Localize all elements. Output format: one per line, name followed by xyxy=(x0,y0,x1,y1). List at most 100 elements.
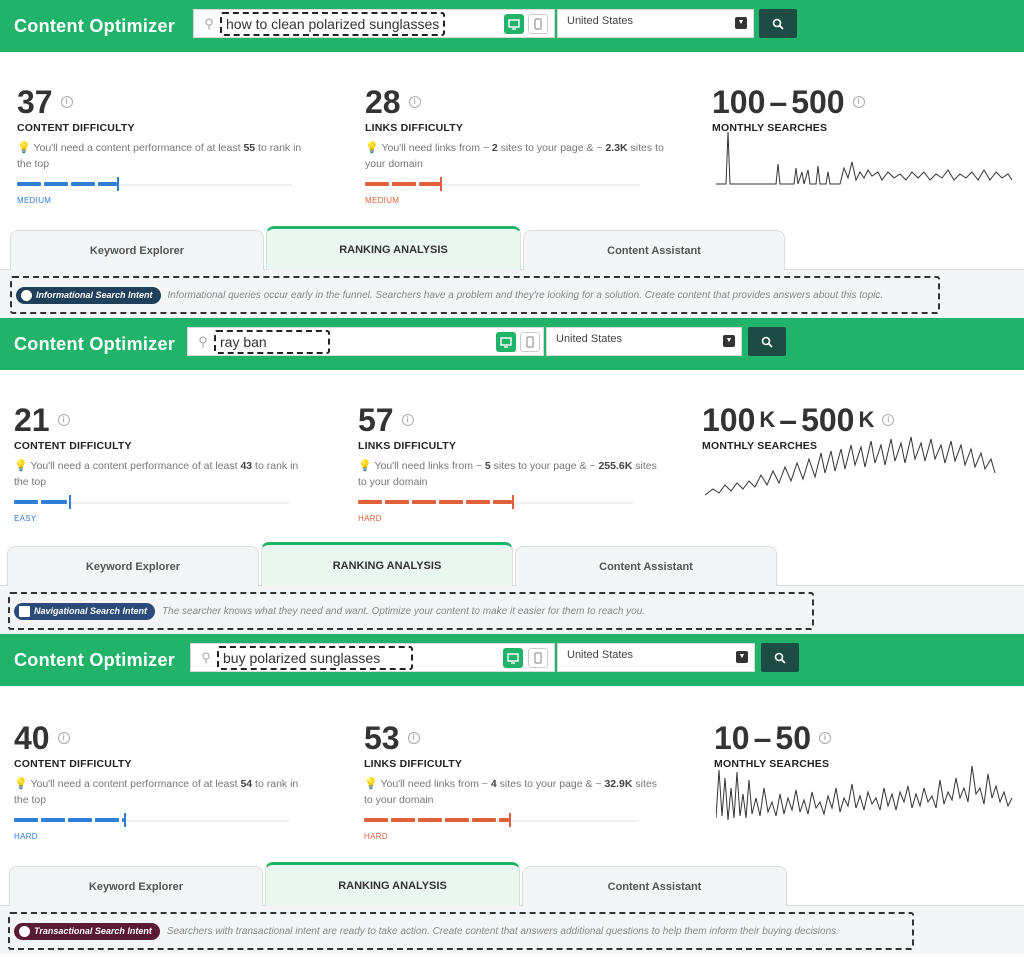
content-difficulty-level: EASY xyxy=(14,514,37,523)
search-intent-description: Informational queries occur early in the… xyxy=(167,289,884,301)
links-difficulty-card: 57 i LINKS DIFFICULTY 💡 You'll need links… xyxy=(358,402,658,523)
content-difficulty-level: MEDIUM xyxy=(17,196,52,205)
document-icon xyxy=(19,605,30,617)
country-select[interactable]: United States ▼ xyxy=(546,327,742,356)
searches-dash: – xyxy=(753,720,772,756)
mobile-device-icon[interactable] xyxy=(520,332,540,352)
links-difficulty-card: 28 i LINKS DIFFICULTY 💡 You'll need links… xyxy=(365,84,665,205)
keyword-value[interactable]: how to clean polarized sunglasses xyxy=(220,11,446,36)
content-hint: 💡 You'll need a content performance of a… xyxy=(14,778,299,806)
search-button[interactable] xyxy=(761,643,799,672)
country-select[interactable]: United States ▼ xyxy=(557,643,755,672)
tab-ranking-analysis[interactable]: RANKING ANALYSIS xyxy=(266,226,521,270)
tab-content-assistant[interactable]: Content Assistant xyxy=(515,546,777,586)
search-intent-callout: Informational Search Intent Informationa… xyxy=(10,276,940,314)
tab-ranking-analysis[interactable]: RANKING ANALYSIS xyxy=(265,862,520,906)
search-button[interactable] xyxy=(748,327,786,356)
keyword-search-input[interactable]: ⚲ how to clean polarized sunglasses xyxy=(193,9,555,38)
top-bar: Content Optimizer ⚲ ray ban United State… xyxy=(0,318,1024,370)
keyword-value[interactable]: buy polarized sunglasses xyxy=(217,645,413,670)
info-icon[interactable]: i xyxy=(401,414,414,426)
desktop-device-icon[interactable] xyxy=(503,648,523,668)
monthly-searches-card: 100–500 i MONTHLY SEARCHES xyxy=(712,84,1012,134)
links-difficulty-label: LINKS DIFFICULTY xyxy=(364,758,463,770)
searches-min: 10 xyxy=(714,720,750,756)
country-value: United States xyxy=(567,15,634,27)
links-hint: 💡 You'll need links from ~ 2 sites to yo… xyxy=(365,142,664,170)
search-intent-callout: Navigational Search Intent The searcher … xyxy=(8,592,814,630)
optimizer-panel-navigational: Content Optimizer ⚲ ray ban United State… xyxy=(0,318,1024,634)
searches-dash: – xyxy=(769,84,788,120)
lightbulb-icon: 💡 xyxy=(17,142,31,154)
monthly-searches-sparkline xyxy=(716,765,1013,821)
search-button[interactable] xyxy=(759,9,797,38)
info-icon[interactable]: i xyxy=(57,732,70,744)
links-difficulty-bar xyxy=(364,813,639,827)
info-icon[interactable]: i xyxy=(408,96,421,108)
info-bubble-icon xyxy=(21,289,32,301)
search-icon: ⚲ xyxy=(198,333,208,349)
search-icon xyxy=(772,18,784,30)
chevron-down-icon: ▼ xyxy=(735,17,747,29)
lightbulb-icon: 💡 xyxy=(358,460,372,472)
lightbulb-icon: 💡 xyxy=(14,778,28,790)
optimizer-panel-informational: Content Optimizer ⚲ how to clean polariz… xyxy=(0,0,1024,318)
country-value: United States xyxy=(567,649,634,661)
mobile-device-icon[interactable] xyxy=(528,14,548,34)
content-difficulty-label: CONTENT DIFFICULTY xyxy=(14,440,132,452)
keyword-search-input[interactable]: ⚲ buy polarized sunglasses xyxy=(190,643,555,672)
tab-ranking-analysis[interactable]: RANKING ANALYSIS xyxy=(261,542,513,586)
tab-content-assistant[interactable]: Content Assistant xyxy=(523,230,785,270)
info-icon[interactable]: i xyxy=(818,732,831,744)
country-value: United States xyxy=(556,333,623,345)
lightbulb-icon: 💡 xyxy=(365,142,379,154)
search-intent-description: The searcher knows what they need and wa… xyxy=(162,605,646,617)
tab-keyword-explorer[interactable]: Keyword Explorer xyxy=(7,546,259,586)
cart-icon xyxy=(19,925,30,937)
optimizer-panel-transactional: Content Optimizer ⚲ buy polarized sungla… xyxy=(0,634,1024,957)
links-difficulty-value: 53 xyxy=(364,720,400,756)
links-hint: 💡 You'll need links from ~ 5 sites to yo… xyxy=(358,460,657,488)
monthly-searches-sparkline xyxy=(705,436,996,496)
links-difficulty-bar xyxy=(365,177,640,191)
info-icon[interactable]: i xyxy=(57,414,70,426)
content-difficulty-card: 40 i CONTENT DIFFICULTY 💡 You'll need a c… xyxy=(14,720,314,841)
mobile-device-icon[interactable] xyxy=(528,648,548,668)
content-difficulty-bar xyxy=(14,813,289,827)
links-hint: 💡 You'll need links from ~ 4 sites to yo… xyxy=(364,778,657,806)
keyword-search-input[interactable]: ⚲ ray ban xyxy=(187,327,544,356)
content-difficulty-value: 37 xyxy=(17,84,53,120)
analysis-tabs: Keyword Explorer RANKING ANALYSIS Conten… xyxy=(0,224,1024,270)
tab-keyword-explorer[interactable]: Keyword Explorer xyxy=(10,230,264,270)
content-difficulty-bar xyxy=(14,495,289,509)
tab-keyword-explorer[interactable]: Keyword Explorer xyxy=(9,866,263,906)
analysis-tabs: Keyword Explorer RANKING ANALYSIS Conten… xyxy=(0,540,1024,586)
keyword-value[interactable]: ray ban xyxy=(214,329,330,354)
info-icon[interactable]: i xyxy=(852,96,865,108)
links-difficulty-label: LINKS DIFFICULTY xyxy=(358,440,457,452)
search-icon xyxy=(761,336,773,348)
content-difficulty-value: 40 xyxy=(14,720,50,756)
searches-max: 500 xyxy=(791,84,845,120)
chevron-down-icon: ▼ xyxy=(736,651,748,663)
content-difficulty-bar xyxy=(17,177,292,191)
desktop-device-icon[interactable] xyxy=(504,14,524,34)
info-icon[interactable]: i xyxy=(60,96,73,108)
lightbulb-icon: 💡 xyxy=(14,460,28,472)
content-difficulty-value: 21 xyxy=(14,402,50,438)
country-select[interactable]: United States ▼ xyxy=(557,9,754,38)
search-icon xyxy=(774,652,786,664)
content-difficulty-label: CONTENT DIFFICULTY xyxy=(14,758,132,770)
content-difficulty-card: 21 i CONTENT DIFFICULTY 💡 You'll need a c… xyxy=(14,402,314,523)
search-intent-row: Navigational Search Intent The searcher … xyxy=(0,586,1024,634)
app-brand: Content Optimizer xyxy=(14,15,176,36)
content-hint: 💡 You'll need a content performance of a… xyxy=(17,142,302,170)
tab-content-assistant[interactable]: Content Assistant xyxy=(522,866,787,906)
links-difficulty-value: 28 xyxy=(365,84,401,120)
links-difficulty-bar xyxy=(358,495,633,509)
content-hint: 💡 You'll need a content performance of a… xyxy=(14,460,299,488)
search-intent-badge: Transactional Search Intent xyxy=(14,922,160,940)
links-difficulty-level: MEDIUM xyxy=(365,196,400,205)
info-icon[interactable]: i xyxy=(407,732,420,744)
desktop-device-icon[interactable] xyxy=(496,332,516,352)
